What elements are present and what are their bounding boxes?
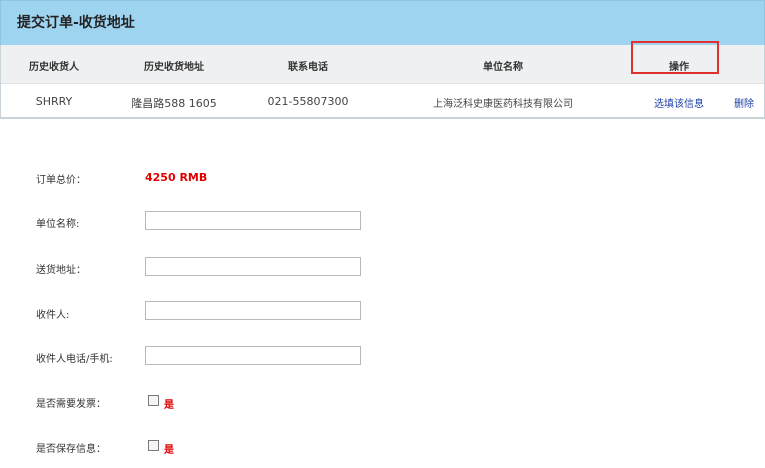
company-input[interactable] [145, 211, 361, 230]
total-price-label: 订单总价： [36, 175, 86, 186]
phone-label: 收件人电话/手机: [36, 354, 113, 365]
invoice-checkbox[interactable] [148, 395, 159, 406]
row-company: 上海泛科史康医药科技有限公司 [433, 99, 573, 110]
address-input[interactable] [145, 257, 361, 276]
save-info-checkbox[interactable] [148, 440, 159, 451]
col-header-company: 单位名称 [483, 62, 523, 73]
select-info-highlight [631, 41, 719, 74]
select-info-link[interactable]: 选填该信息 [654, 95, 704, 110]
col-header-address: 历史收货地址 [144, 62, 204, 73]
page-header: 提交订单-收货地址 [0, 0, 765, 45]
invoice-yes-label: 是 [164, 400, 174, 411]
receiver-label: 收件人: [36, 310, 70, 321]
invoice-label: 是否需要发票： [36, 399, 106, 410]
delete-link[interactable]: 删除 [734, 95, 754, 110]
col-header-phone: 联系电话 [288, 62, 328, 73]
save-info-label: 是否保存信息： [36, 444, 106, 455]
address-label: 送货地址： [36, 265, 86, 276]
row-receiver: SHRRY [35, 95, 73, 108]
phone-input[interactable] [145, 346, 361, 365]
page-title: 提交订单-收货地址 [17, 15, 135, 31]
company-label: 单位名称: [36, 219, 80, 230]
receiver-input[interactable] [145, 301, 361, 320]
total-price-value: 4250 RMB [145, 171, 208, 184]
save-info-yes-label: 是 [164, 445, 174, 456]
row-phone: 021-55807300 [267, 95, 349, 108]
row-address: 隆昌路588 1605 [131, 97, 217, 110]
col-header-receiver: 历史收货人 [29, 62, 79, 73]
